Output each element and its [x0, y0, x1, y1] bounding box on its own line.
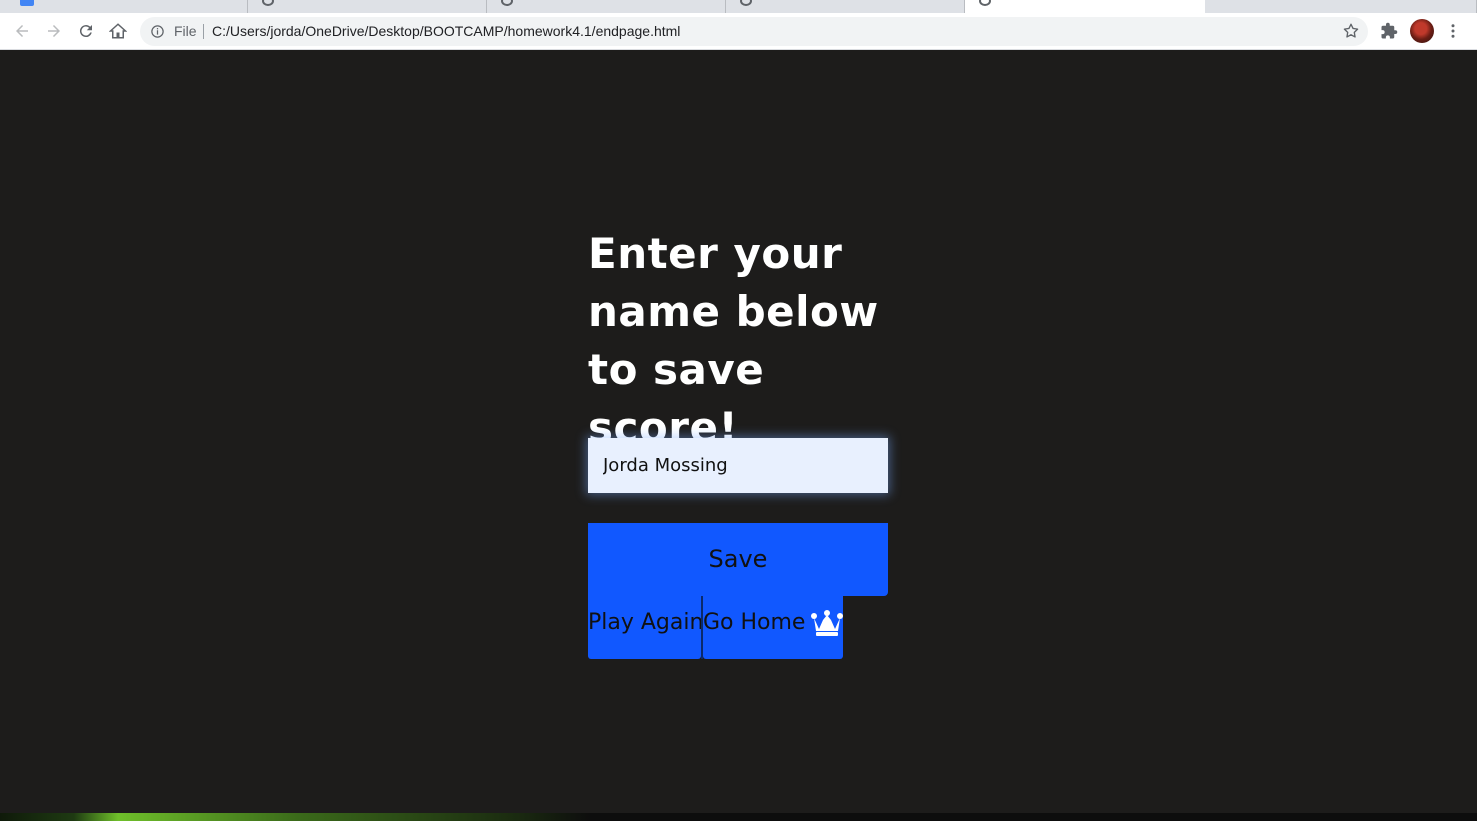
reload-icon: [79, 25, 92, 38]
background-image-strip: [0, 813, 1477, 821]
menu-icon[interactable]: [1444, 22, 1462, 40]
go-home-label: Go Home: [703, 610, 806, 635]
page-heading: Enter your name below to save score!: [588, 229, 879, 452]
forward-button[interactable]: [42, 19, 66, 43]
go-home-button[interactable]: Go Home: [703, 596, 843, 659]
address-bar[interactable]: File C:/Users/jorda/OneDrive/Desktop/BOO…: [140, 17, 1368, 46]
globe-icon: [501, 0, 513, 6]
tab-6[interactable]: [1205, 0, 1477, 13]
extensions-icon[interactable]: [1380, 22, 1398, 40]
tab-4[interactable]: [726, 0, 965, 13]
back-icon: [16, 25, 28, 37]
bookmark-star-icon[interactable]: [1342, 22, 1360, 40]
page-content: Enter your name below to save score! Sav…: [0, 50, 1477, 813]
info-icon[interactable]: [150, 24, 165, 39]
tab-strip: [0, 0, 1477, 13]
tab-3[interactable]: [487, 0, 726, 13]
tab-2[interactable]: [248, 0, 487, 13]
forward-icon: [48, 25, 60, 37]
globe-icon: [740, 0, 752, 6]
globe-icon: [262, 0, 274, 6]
name-input[interactable]: [588, 438, 888, 493]
save-button[interactable]: Save: [588, 523, 888, 596]
google-docs-icon: [20, 0, 34, 6]
browser-toolbar: File C:/Users/jorda/OneDrive/Desktop/BOO…: [0, 13, 1477, 50]
reload-button[interactable]: [74, 19, 98, 43]
crown-icon: [811, 610, 843, 636]
omnibox-divider: [203, 24, 204, 39]
home-icon: [109, 23, 127, 39]
scheme-label: File: [174, 23, 197, 39]
tab-active-endpage[interactable]: [965, 0, 1205, 13]
play-again-button[interactable]: Play Again: [588, 596, 701, 659]
back-button[interactable]: [10, 19, 34, 43]
globe-icon: [979, 0, 991, 6]
avatar[interactable]: [1410, 19, 1434, 43]
home-button[interactable]: [106, 19, 130, 43]
url-text[interactable]: C:/Users/jorda/OneDrive/Desktop/BOOTCAMP…: [212, 23, 680, 39]
tab-docs[interactable]: [0, 0, 248, 13]
